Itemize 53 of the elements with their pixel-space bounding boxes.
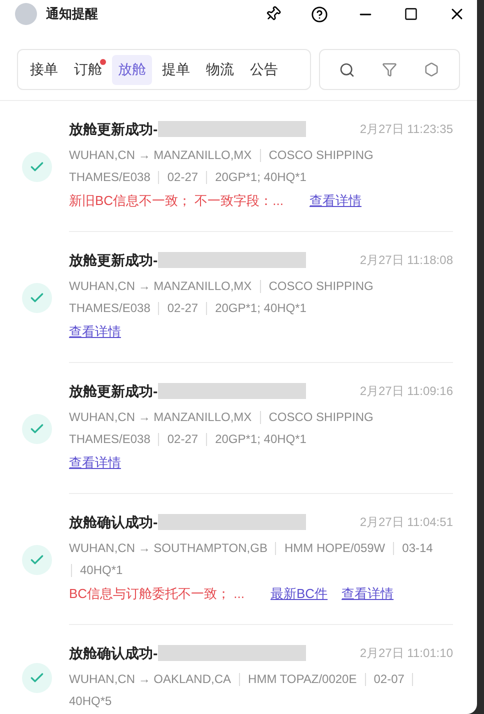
window-title: 通知提醒 <box>46 5 98 24</box>
details-link[interactable]: 查看详情 <box>342 584 394 604</box>
shipment-detail: THAMES/E038 <box>69 300 150 317</box>
notification-title: 放舱确认成功- <box>69 512 158 532</box>
shipment-detail: 40HQ*1 <box>80 562 123 579</box>
tab[interactable]: 公告 <box>244 54 284 84</box>
tab[interactable]: 提单 <box>156 54 196 84</box>
notification-title: 放舱更新成功- <box>69 250 158 270</box>
check-icon <box>22 152 52 182</box>
shipment-detail: HMM TOPAZ/0020E <box>248 671 357 688</box>
details-link[interactable]: 查看详情 <box>69 322 121 342</box>
details-link[interactable]: 查看详情 <box>69 453 121 473</box>
shipment-detail: WUHAN,CN → MANZANILLO,MX <box>69 409 252 426</box>
shipment-detail: 40HQ*5 <box>69 693 112 710</box>
notification-title: 放舱更新成功- <box>69 120 158 138</box>
shipment-detail: 03-14 <box>402 540 433 557</box>
shipment-detail: 02-27 <box>167 300 198 317</box>
shipment-detail: THAMES/E038 <box>69 169 150 186</box>
shipment-detail: WUHAN,CN → SOUTHAMPTON,GB <box>69 540 268 557</box>
timestamp: 2月27日 11:09:16 <box>360 383 453 400</box>
shipment-detail: COSCO SHIPPING <box>268 278 374 295</box>
timestamp: 2月27日 11:01:10 <box>360 645 453 662</box>
timestamp: 2月27日 11:18:08 <box>360 252 453 269</box>
shipment-detail: 20GP*1; 40HQ*1 <box>215 300 306 317</box>
check-icon <box>22 662 52 692</box>
shipment-detail: HMM HOPE/059W <box>284 540 386 557</box>
tab[interactable]: 物流 <box>200 54 240 84</box>
shipment-detail: THAMES/E038 <box>69 431 150 448</box>
shipment-detail: 20GP*1; 40HQ*1 <box>215 169 306 186</box>
shipment-detail: 02-27 <box>167 431 198 448</box>
shipment-detail: 20GP*1; 40HQ*1 <box>215 431 306 448</box>
details-link[interactable]: 查看详情 <box>310 191 362 211</box>
avatar <box>15 3 37 25</box>
shipment-detail: COSCO SHIPPING <box>268 147 374 164</box>
notification-title: 放舱确认成功- <box>69 644 158 662</box>
check-icon <box>22 414 52 444</box>
tab[interactable]: 接单 <box>24 54 64 84</box>
shipment-detail: COSCO SHIPPING <box>268 409 374 426</box>
shipment-detail: 02-07 <box>374 671 404 688</box>
details-link[interactable]: 最新BC件 <box>270 584 328 604</box>
shipment-detail: WUHAN,CN → OAKLAND,CA <box>69 671 232 688</box>
warning-message: BC信息与订舱委托不一致； ... <box>69 585 245 604</box>
notification-title: 放舱更新成功- <box>69 382 158 400</box>
timestamp: 2月27日 11:04:51 <box>360 514 453 531</box>
shipment-detail: WUHAN,CN → MANZANILLO,MX <box>69 147 252 164</box>
tab[interactable]: 放舱 <box>112 54 152 84</box>
check-icon <box>22 544 52 574</box>
check-icon <box>22 282 52 312</box>
warning-message: 新旧BC信息不一致； 不一致字段：... <box>69 192 284 210</box>
shipment-detail: WUHAN,CN → MANZANILLO,MX <box>69 278 252 295</box>
tab[interactable]: 订舱 <box>68 54 108 84</box>
shipment-detail: 02-27 <box>167 169 198 186</box>
timestamp: 2月27日 11:23:35 <box>360 121 453 138</box>
